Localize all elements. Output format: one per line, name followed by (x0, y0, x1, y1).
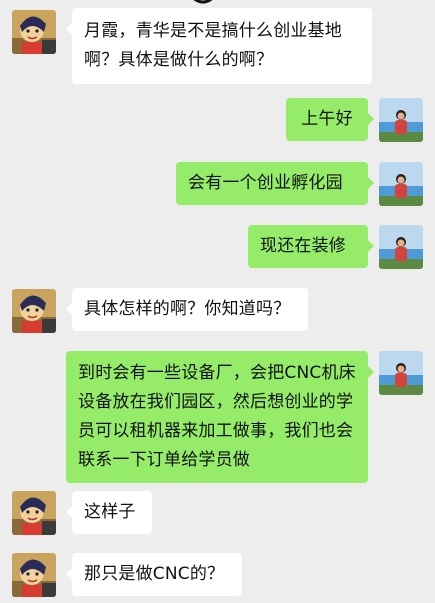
message-bubble-outgoing[interactable]: 上午好 (286, 98, 374, 141)
contact-avatar-icon[interactable] (12, 491, 56, 535)
message-text: 到时会有一些设备厂，会把CNC机床设备放在我们园区，然后想创业的学员可以租机器来… (78, 363, 356, 470)
message-bubble-incoming[interactable]: 那只是做CNC的？ (66, 553, 242, 596)
self-avatar-icon[interactable] (379, 98, 423, 142)
message-text: 上午好 (301, 109, 353, 129)
message-text: 会有一个创业孵化园 (188, 173, 343, 193)
message-bubble-outgoing[interactable]: 会有一个创业孵化园 (176, 162, 374, 205)
contact-avatar-icon[interactable] (12, 289, 56, 333)
message-text: 那只是做CNC的？ (84, 564, 225, 584)
message-bubble-incoming[interactable]: 月霞，青华是不是搞什么创业基地啊？具体是做什么的啊？ (66, 8, 372, 84)
message-bubble-incoming[interactable]: 具体怎样的啊？你知道吗？ (66, 288, 308, 331)
chat-area: 月霞，青华是不是搞什么创业基地啊？具体是做什么的啊？ 上午好 会有一个创业孵化园… (0, 0, 435, 603)
self-avatar-icon[interactable] (379, 351, 423, 395)
scroll-edge-mark (193, 0, 213, 4)
message-text: 具体怎样的啊？你知道吗？ (84, 299, 291, 319)
message-bubble-outgoing[interactable]: 现还在装修 (248, 225, 374, 268)
message-text: 现还在装修 (260, 236, 346, 256)
self-avatar-icon[interactable] (379, 162, 423, 206)
self-avatar-icon[interactable] (379, 225, 423, 269)
contact-avatar-icon[interactable] (12, 10, 56, 54)
message-text: 这样子 (84, 502, 136, 522)
message-text: 月霞，青华是不是搞什么创业基地啊？具体是做什么的啊？ (84, 21, 342, 70)
message-bubble-incoming[interactable]: 这样子 (66, 491, 152, 534)
message-bubble-outgoing[interactable]: 到时会有一些设备厂，会把CNC机床设备放在我们园区，然后想创业的学员可以租机器来… (66, 351, 374, 483)
contact-avatar-icon[interactable] (12, 553, 56, 597)
